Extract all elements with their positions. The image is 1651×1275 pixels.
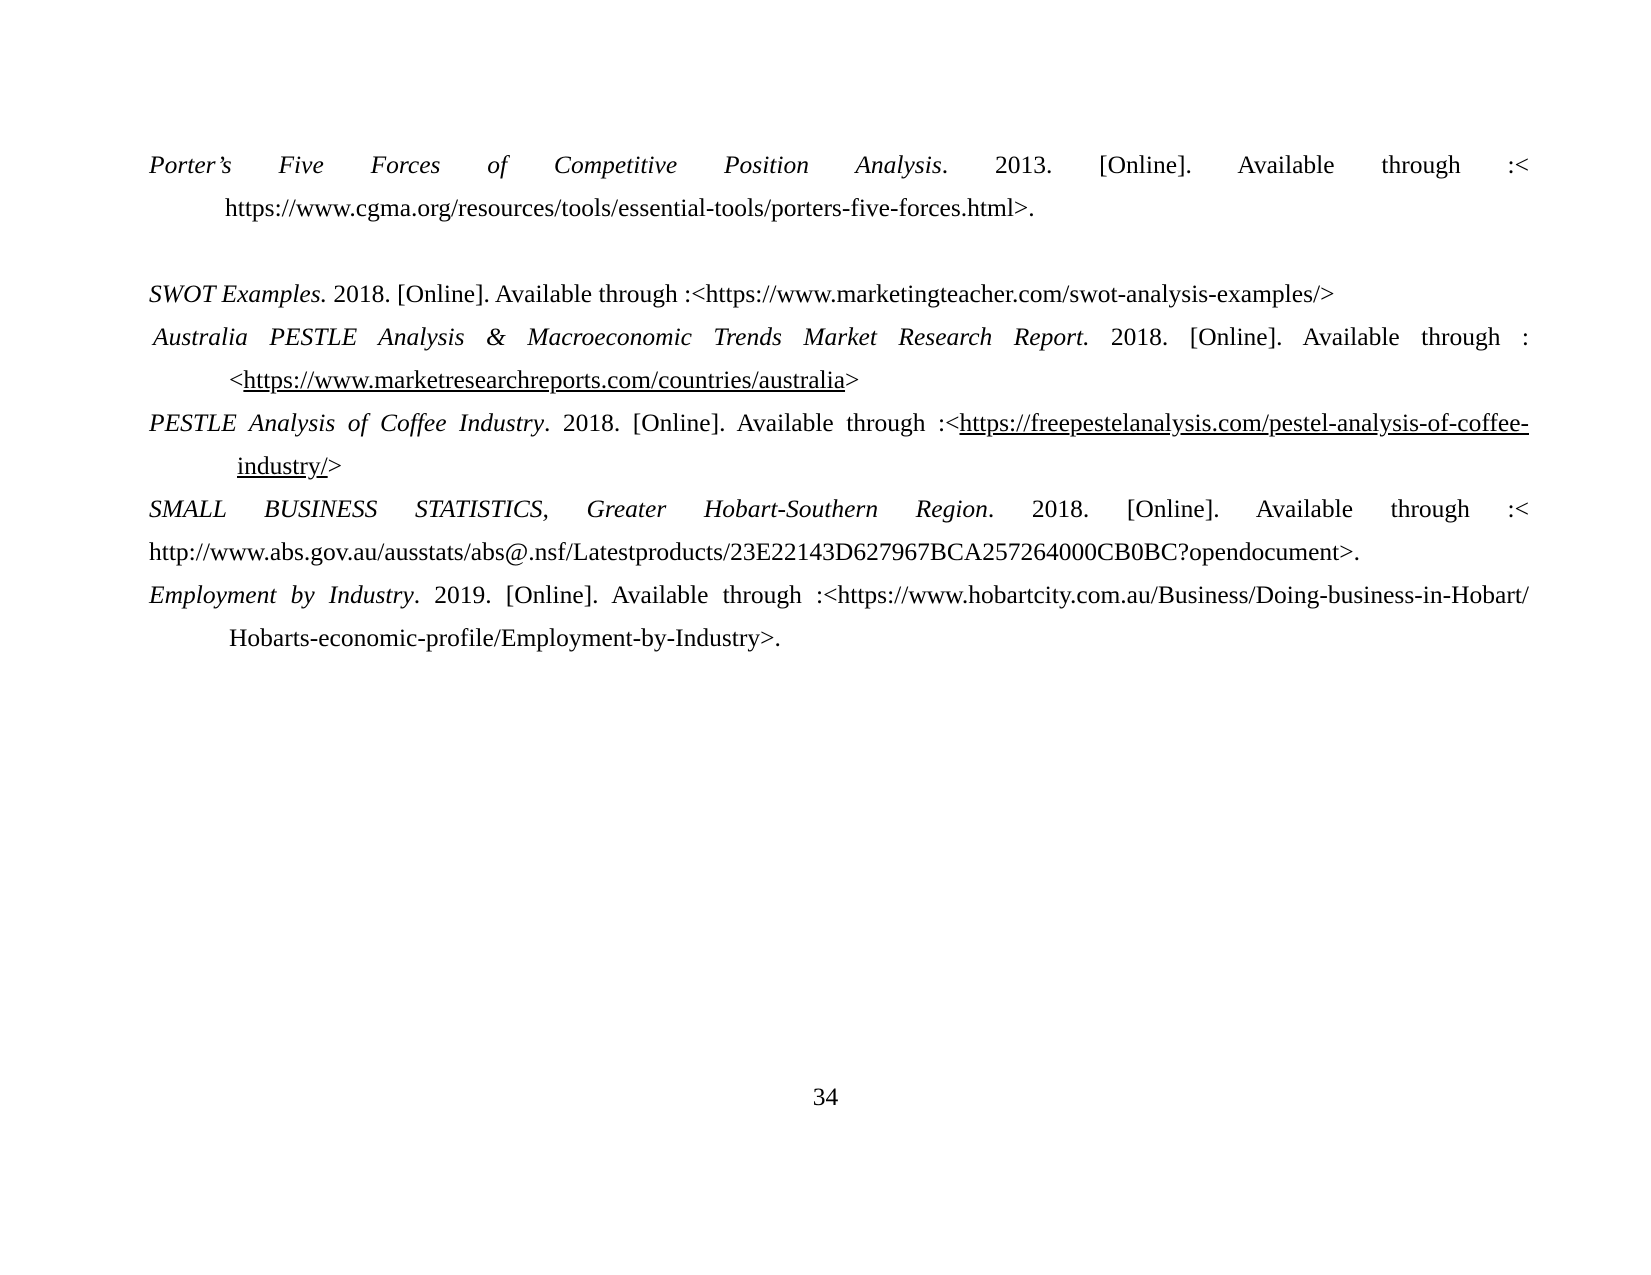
reference-details: . 2018. [Online]. Available through :< [987, 494, 1529, 523]
reference-title: PESTLE Analysis of Coffee Industry [149, 408, 545, 437]
reference-item-pestle-coffee: PESTLE Analysis of Coffee Industry. 2018… [149, 401, 1529, 487]
reference-details: 2018. [Online]. Available through :<http… [327, 279, 1335, 308]
reference-item-swot-examples: SWOT Examples. 2018. [Online]. Available… [149, 272, 1529, 315]
reference-url-link[interactable]: https://www.marketresearchreports.com/co… [243, 365, 845, 394]
reference-url: https://www.cgma.org/resources/tools/ess… [225, 193, 1035, 222]
reference-url-close: > [327, 451, 343, 480]
reference-url: Hobarts-economic-profile/Employment-by-I… [229, 623, 781, 652]
reference-title: Australia PESTLE Analysis & Macroeconomi… [153, 322, 1090, 351]
reference-url: http://www.abs.gov.au/ausstats/abs@.nsf/… [149, 537, 1361, 566]
references-list: Porter’s Five Forces of Competitive Posi… [149, 143, 1529, 659]
reference-url-link-part2[interactable]: industry/ [237, 451, 328, 480]
reference-item-porters-five-forces: Porter’s Five Forces of Competitive Posi… [149, 143, 1529, 229]
page-number: 34 [812, 1082, 839, 1111]
reference-details: . 2018. [Online]. Available through :< [544, 408, 960, 437]
reference-details: 2018. [Online]. Available [1089, 322, 1400, 351]
reference-details: . 2013. [Online]. Available through :< [941, 150, 1529, 179]
reference-title: SWOT Examples. [149, 279, 328, 308]
reference-url-link-part1[interactable]: https://freepestelanalysis.com/pestel-an… [959, 408, 1529, 437]
reference-item-australia-pestle: Australia PESTLE Analysis & Macroeconomi… [149, 315, 1529, 401]
document-page: Porter’s Five Forces of Competitive Posi… [0, 0, 1651, 1275]
reference-details: . 2019. [Online]. Available through :<ht… [413, 580, 1529, 609]
reference-item-small-business-statistics: SMALL BUSINESS STATISTICS, Greater Hobar… [149, 487, 1529, 573]
reference-title: Porter’s Five Forces of Competitive Posi… [149, 150, 942, 179]
reference-title: Employment by Industry [149, 580, 414, 609]
reference-url-close: > [845, 365, 860, 394]
reference-item-employment-by-industry: Employment by Industry. 2019. [Online]. … [149, 573, 1529, 659]
reference-title: SMALL BUSINESS STATISTICS, Greater Hobar… [149, 494, 988, 523]
